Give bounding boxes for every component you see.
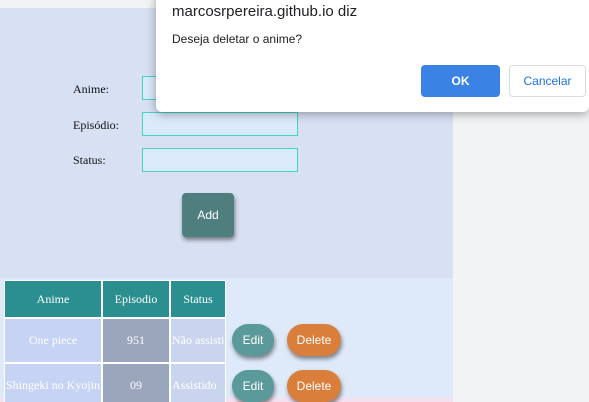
column-header-episode: Episodio bbox=[102, 280, 170, 318]
dialog-message: Deseja deletar o anime? bbox=[172, 32, 303, 46]
row-2-anime-cell: Shingeki no Kyojin bbox=[4, 363, 102, 402]
column-header-status: Status bbox=[170, 280, 226, 318]
row-1-delete-button[interactable]: Delete bbox=[287, 324, 341, 356]
status-label: Status: bbox=[73, 153, 106, 167]
episode-input[interactable] bbox=[142, 112, 298, 136]
column-header-anime: Anime bbox=[4, 280, 102, 318]
row-2-status-cell: Assistido bbox=[170, 363, 226, 402]
row-1-episode-cell: 951 bbox=[102, 318, 170, 363]
row-1-edit-button[interactable]: Edit bbox=[232, 324, 274, 356]
dialog-title: marcosrpereira.github.io diz bbox=[172, 3, 358, 20]
confirm-dialog: marcosrpereira.github.io diz Deseja dele… bbox=[156, 0, 589, 112]
row-1-status-cell: Não assisti bbox=[170, 318, 226, 363]
cancel-button[interactable]: Cancelar bbox=[509, 65, 586, 97]
row-1-anime-cell: One piece bbox=[4, 318, 102, 363]
row-2-edit-button[interactable]: Edit bbox=[232, 370, 274, 402]
row-2-delete-button[interactable]: Delete bbox=[287, 370, 341, 402]
anime-label: Anime: bbox=[73, 82, 109, 96]
episode-label: Episódio: bbox=[73, 118, 120, 132]
status-input[interactable] bbox=[142, 148, 298, 172]
add-button[interactable]: Add bbox=[182, 193, 234, 237]
browser-viewport: Anime: Episódio: Status: Add Anime Episo… bbox=[0, 0, 589, 402]
row-2-episode-cell: 09 bbox=[102, 363, 170, 402]
ok-button[interactable]: OK bbox=[421, 65, 500, 97]
